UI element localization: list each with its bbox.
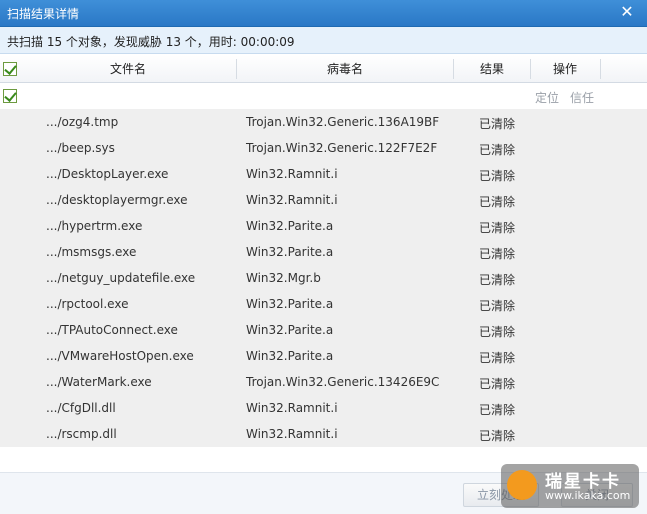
virus-name: Trojan.Win32.Generic.122F7E2F — [246, 141, 438, 155]
result-status: 已清除 — [479, 325, 516, 339]
column-action[interactable]: 操作 — [531, 55, 599, 83]
result-status: 已清除 — [479, 273, 516, 287]
trust-link[interactable]: 信任 — [570, 89, 594, 106]
watermark-url: www.ikaka.com — [545, 489, 631, 502]
file-name: .../ozg4.tmp — [46, 115, 119, 129]
file-name: .../desktoplayermgr.exe — [46, 193, 188, 207]
result-status: 已清除 — [479, 351, 516, 365]
file-name: .../WaterMark.exe — [46, 375, 152, 389]
table-row[interactable]: .../CfgDll.dll Win32.Ramnit.i 已清除 — [0, 395, 647, 421]
file-name: .../hypertrm.exe — [46, 219, 143, 233]
virus-name: Win32.Ramnit.i — [246, 401, 338, 415]
file-name: .../CfgDll.dll — [46, 401, 116, 415]
table-row[interactable]: .../rpctool.exe Win32.Parite.a 已清除 — [0, 291, 647, 317]
result-status: 已清除 — [479, 169, 516, 183]
result-status: 已清除 — [479, 403, 516, 417]
threat-list: .../ozg4.tmp Trojan.Win32.Generic.136A19… — [0, 109, 647, 447]
file-name: .../VMwareHostOpen.exe — [46, 349, 194, 363]
result-status: 已清除 — [479, 429, 516, 443]
virus-name: Win32.Parite.a — [246, 219, 334, 233]
table-row[interactable]: .../hypertrm.exe Win32.Parite.a 已清除 — [0, 213, 647, 239]
virus-name: Win32.Ramnit.i — [246, 427, 338, 441]
virus-name: Win32.Parite.a — [246, 323, 334, 337]
watermark: 瑞星卡卡 www.ikaka.com — [501, 464, 639, 508]
virus-name: Trojan.Win32.Generic.13426E9C — [246, 375, 440, 389]
select-all-checkbox[interactable] — [3, 62, 17, 76]
virus-name: Win32.Parite.a — [246, 245, 334, 259]
virus-name: Win32.Mgr.b — [246, 271, 321, 285]
scan-summary-bar: 共扫描 15 个对象，发现威胁 13 个，用时: 00:00:09 — [0, 27, 647, 54]
file-name: .../TPAutoConnect.exe — [46, 323, 178, 337]
result-status: 已清除 — [479, 247, 516, 261]
table-row[interactable]: .../desktoplayermgr.exe Win32.Ramnit.i 已… — [0, 187, 647, 213]
virus-name: Win32.Parite.a — [246, 297, 334, 311]
result-status: 已清除 — [479, 221, 516, 235]
file-name: .../rpctool.exe — [46, 297, 129, 311]
result-status: 已清除 — [479, 143, 516, 157]
table-row[interactable]: .../VMwareHostOpen.exe Win32.Parite.a 已清… — [0, 343, 647, 369]
file-name: .../beep.sys — [46, 141, 115, 155]
virus-name: Win32.Parite.a — [246, 349, 334, 363]
result-status: 已清除 — [479, 117, 516, 131]
group-checkbox[interactable] — [3, 89, 17, 103]
scan-summary-text: 共扫描 15 个对象，发现威胁 13 个，用时: 00:00:09 — [7, 35, 295, 49]
result-status: 已清除 — [479, 195, 516, 209]
table-header: 文件名 病毒名 结果 操作 — [0, 55, 647, 83]
virus-name: Win32.Ramnit.i — [246, 193, 338, 207]
file-name: .../netguy_updatefile.exe — [46, 271, 196, 285]
table-row[interactable]: .../WaterMark.exe Trojan.Win32.Generic.1… — [0, 369, 647, 395]
file-name: .../rscmp.dll — [46, 427, 117, 441]
table-row[interactable]: .../ozg4.tmp Trojan.Win32.Generic.136A19… — [0, 109, 647, 135]
table-row[interactable]: .../msmsgs.exe Win32.Parite.a 已清除 — [0, 239, 647, 265]
watermark-logo-icon — [507, 470, 537, 500]
column-virus-name[interactable]: 病毒名 — [237, 55, 453, 83]
result-status: 已清除 — [479, 299, 516, 313]
group-row: 定位 信任 — [0, 84, 647, 109]
result-status: 已清除 — [479, 377, 516, 391]
file-name: .../msmsgs.exe — [46, 245, 137, 259]
table-row[interactable]: .../netguy_updatefile.exe Win32.Mgr.b 已清… — [0, 265, 647, 291]
column-filename[interactable]: 文件名 — [20, 55, 236, 83]
close-icon[interactable]: ✕ — [613, 2, 641, 22]
table-row[interactable]: .../TPAutoConnect.exe Win32.Parite.a 已清除 — [0, 317, 647, 343]
virus-name: Trojan.Win32.Generic.136A19BF — [246, 115, 440, 129]
table-row[interactable]: .../beep.sys Trojan.Win32.Generic.122F7E… — [0, 135, 647, 161]
column-result[interactable]: 结果 — [454, 55, 530, 83]
table-row[interactable]: .../rscmp.dll Win32.Ramnit.i 已清除 — [0, 421, 647, 447]
locate-link[interactable]: 定位 — [535, 89, 559, 106]
file-name: .../DesktopLayer.exe — [46, 167, 169, 181]
virus-name: Win32.Ramnit.i — [246, 167, 338, 181]
column-divider — [600, 59, 601, 79]
window-title: 扫描结果详情 — [7, 7, 80, 21]
table-row[interactable]: .../DesktopLayer.exe Win32.Ramnit.i 已清除 — [0, 161, 647, 187]
title-bar: 扫描结果详情 ✕ — [0, 0, 647, 27]
